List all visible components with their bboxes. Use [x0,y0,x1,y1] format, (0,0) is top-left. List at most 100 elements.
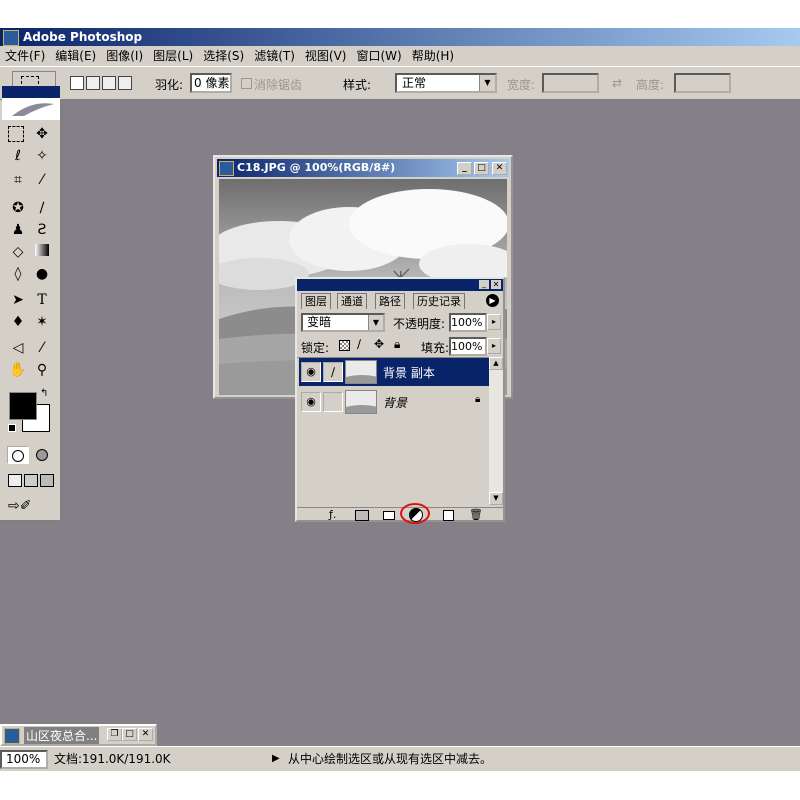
subtract-selection-icon[interactable] [102,76,116,90]
close-button[interactable]: ✕ [492,162,507,175]
crop-tool-icon[interactable]: ⌗ [8,170,28,190]
blur-tool-icon[interactable]: ◊ [8,264,28,284]
lock-icon: 🔒︎ [475,394,481,405]
opacity-label: 不透明度: [393,317,446,331]
palette-menu-icon[interactable]: ▶ [486,294,499,307]
lasso-tool-icon[interactable]: ℓ [8,146,28,166]
layer-row-background[interactable]: ◉ 背景 🔒︎ [299,388,489,416]
tab-history[interactable]: 历史记录 [413,293,465,309]
antialias-checkbox[interactable] [241,78,252,89]
palette-minimize-button[interactable]: _ [479,280,489,289]
swap-colors-icon[interactable]: ↰ [40,388,48,399]
fill-slider-arrow-icon[interactable]: ▸ [487,338,501,354]
status-arrow-icon[interactable]: ▶ [272,747,280,771]
eyedropper-tool-icon[interactable]: ⁄ [32,338,52,358]
menu-image[interactable]: 图像(I) [101,46,148,66]
doc-info[interactable]: 文档:191.0K/191.0K [54,747,171,771]
menu-window[interactable]: 窗口(W) [351,46,406,66]
zoom-tool-icon[interactable]: ⚲ [32,360,52,380]
feather-input[interactable]: 0 像素 [190,73,232,93]
layer-style-icon[interactable]: ƒ. [329,508,336,521]
lock-position-icon[interactable]: ✥ [374,337,384,351]
screen-mode-standard-icon[interactable] [8,474,22,487]
swap-dimensions-icon[interactable]: ⇄ [612,76,622,90]
blend-mode-select[interactable]: 变暗 ▼ [301,313,385,332]
style-select[interactable]: 正常 ▼ [395,73,497,93]
dropdown-arrow-icon[interactable]: ▼ [479,75,495,91]
magic-wand-tool-icon[interactable]: ✧ [32,146,52,166]
height-input[interactable] [674,73,731,93]
trash-icon[interactable]: 🗑︎ [469,508,483,521]
palette-titlebar: _ ✕ [297,279,503,291]
hand-tool-icon[interactable]: ✋ [8,360,28,380]
path-select-tool-icon[interactable]: ➤ [8,290,28,310]
tab-channels[interactable]: 通道 [337,293,367,309]
opacity-input[interactable]: 100% [449,313,487,332]
standard-mode-icon[interactable] [7,446,29,464]
shape-tool-icon[interactable]: ✶ [32,312,52,332]
default-colors-icon[interactable] [8,424,16,432]
folder-icon[interactable] [383,511,395,520]
screen-mode-full-menu-icon[interactable] [24,474,38,487]
new-selection-icon[interactable] [70,76,84,90]
menu-help[interactable]: 帮助(H) [407,46,459,66]
palette-tabs: 图层 通道 路径 历史记录 ▶ [301,293,499,309]
lock-transparency-icon[interactable] [339,340,350,351]
marquee-tool-icon[interactable] [8,126,24,142]
eraser-tool-icon[interactable]: ◇ [8,242,28,262]
layer-scrollbar[interactable]: ▲ ▼ [489,357,503,505]
maximize-button[interactable]: □ [474,162,489,175]
scroll-up-icon[interactable]: ▲ [489,357,503,370]
foreground-color-swatch[interactable] [9,392,37,420]
clone-stamp-tool-icon[interactable]: ♟ [8,220,28,240]
history-brush-tool-icon[interactable]: Ƨ [32,220,52,240]
brush-link-icon[interactable]: ∕ [323,362,343,382]
menu-filter[interactable]: 滤镜(T) [249,46,300,66]
lock-image-icon[interactable]: ∕ [357,337,361,351]
restore-button[interactable]: ❐ [107,728,122,741]
quick-mask-icon[interactable] [32,446,52,462]
layer-row-background-copy[interactable]: ◉ ∕ 背景 副本 [299,358,489,386]
close-minimized-button[interactable]: ✕ [138,728,153,741]
menu-select[interactable]: 选择(S) [198,46,249,66]
healing-brush-tool-icon[interactable]: ✪ [8,198,28,218]
opacity-slider-arrow-icon[interactable]: ▸ [487,314,501,330]
lock-all-icon[interactable]: 🔒︎ [394,337,400,352]
menu-edit[interactable]: 编辑(E) [50,46,101,66]
visibility-eye-icon[interactable]: ◉ [301,362,321,382]
gradient-tool-icon[interactable] [32,242,52,262]
add-to-selection-icon[interactable] [86,76,100,90]
tab-layers[interactable]: 图层 [301,293,331,309]
tab-paths[interactable]: 路径 [375,293,405,309]
maximize-minimized-button[interactable]: □ [122,728,137,741]
slice-tool-icon[interactable]: ⁄ [32,170,52,190]
photoshop-app-icon [3,30,19,46]
pen-tool-icon[interactable]: ♦ [8,312,28,332]
minimized-window[interactable]: 山区夜总合... ❐ □ ✕ [0,724,157,746]
menu-layer[interactable]: 图层(L) [148,46,198,66]
zoom-field[interactable]: 100% [0,750,48,769]
menu-view[interactable]: 视图(V) [300,46,352,66]
fill-input[interactable]: 100% [449,337,487,356]
minimize-button[interactable]: _ [457,162,472,175]
screen-mode-full-icon[interactable] [40,474,54,487]
type-tool-icon[interactable]: T [32,290,52,310]
feather-logo-icon[interactable] [2,98,60,120]
style-label: 样式: [343,78,372,92]
intersect-selection-icon[interactable] [118,76,132,90]
status-bar: 100% 文档:191.0K/191.0K ▶ 从中心绘制选区或从现有选区中减去… [0,746,800,771]
jump-to-imageready-icon[interactable]: ⇨✐ [8,498,52,516]
width-input[interactable] [542,73,599,93]
brush-tool-icon[interactable]: ∕ [32,198,52,218]
menu-file[interactable]: 文件(F) [0,46,50,66]
new-layer-icon[interactable] [443,510,454,521]
mask-icon[interactable] [355,510,369,521]
palette-close-button[interactable]: ✕ [491,280,501,289]
visibility-eye-icon[interactable]: ◉ [301,392,321,412]
scroll-down-icon[interactable]: ▼ [489,492,503,505]
notes-tool-icon[interactable]: ◁ [8,338,28,358]
link-slot-icon[interactable] [323,392,343,412]
dodge-tool-icon[interactable]: ● [32,264,52,284]
move-tool-icon[interactable]: ✥ [32,124,52,144]
blend-dropdown-arrow-icon[interactable]: ▼ [368,315,383,330]
